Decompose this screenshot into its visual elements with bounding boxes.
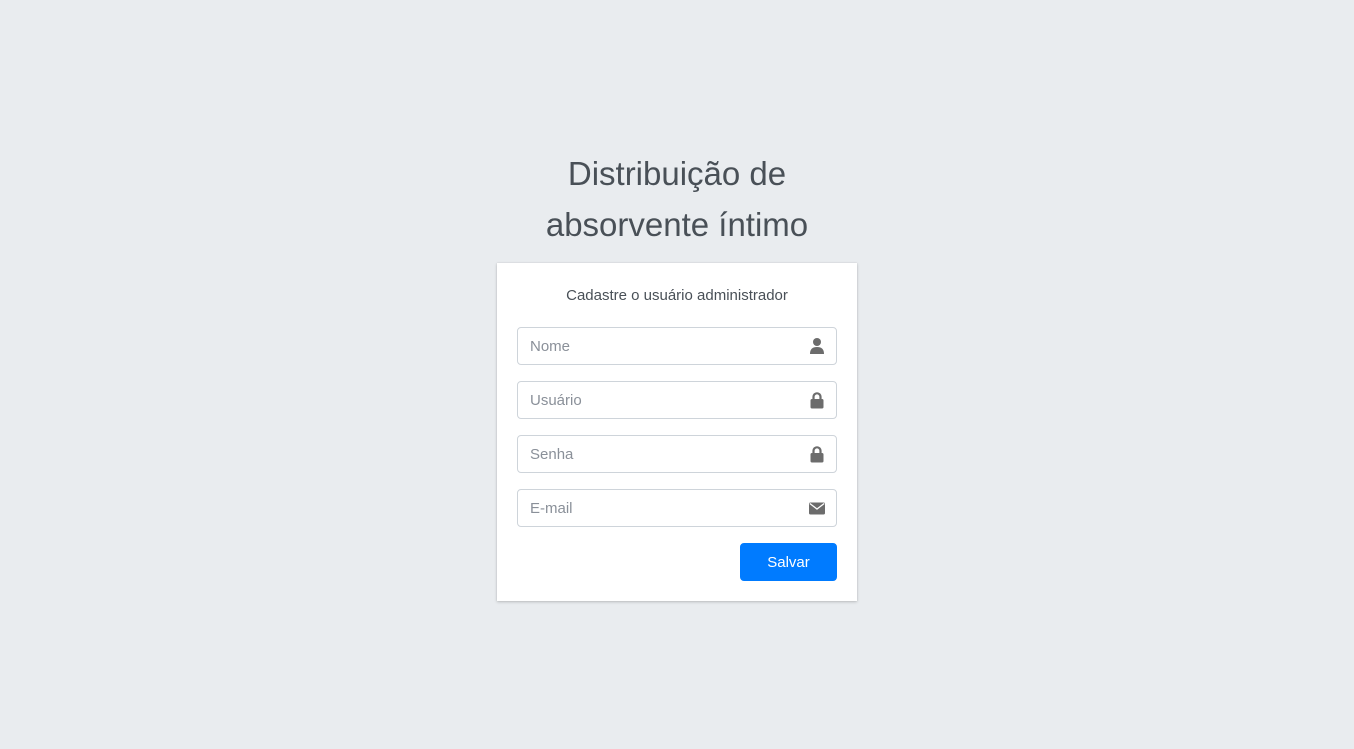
- page-title-line-2: absorvente íntimo: [545, 206, 809, 243]
- email-input[interactable]: [518, 490, 798, 526]
- usuario-field: [517, 381, 837, 419]
- senha-field: [517, 435, 837, 473]
- lock-icon: [808, 391, 826, 409]
- user-icon: [808, 337, 826, 355]
- page-title: Distribuição de absorvente íntimo: [0, 148, 1354, 250]
- email-field: [517, 489, 837, 527]
- senha-input[interactable]: [518, 436, 798, 472]
- lock-icon: [808, 445, 826, 463]
- envelope-icon: [808, 499, 826, 517]
- register-card: Cadastre o usuário administrador Nome Us…: [497, 263, 857, 601]
- page-title-line-1: Distribuição de: [567, 155, 787, 192]
- nome-input[interactable]: [518, 328, 798, 364]
- card-message: Cadastre o usuário administrador: [566, 287, 788, 304]
- save-button[interactable]: Salvar: [740, 543, 837, 581]
- page: Distribuição de absorvente íntimo Cadast…: [0, 0, 1354, 749]
- nome-field: [517, 327, 837, 365]
- usuario-input[interactable]: [518, 382, 798, 418]
